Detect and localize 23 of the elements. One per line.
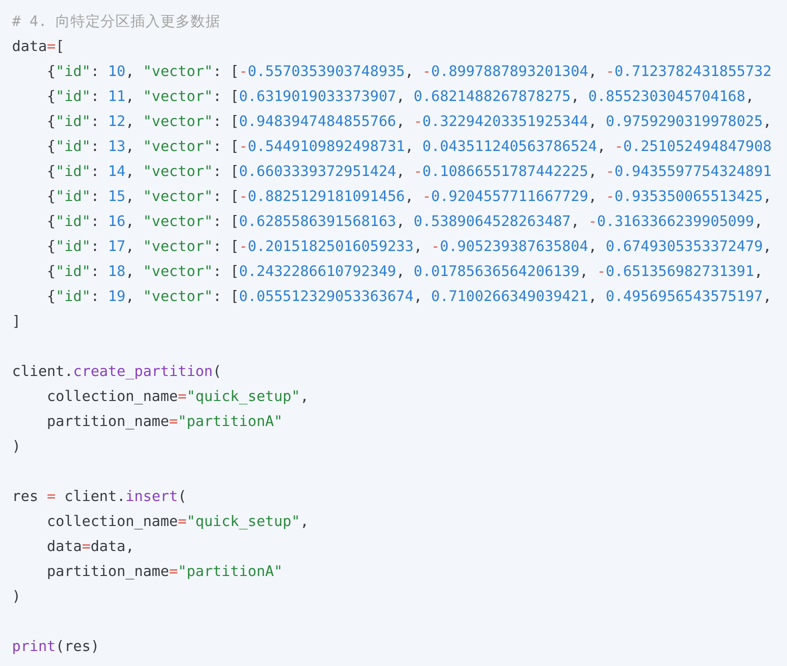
- code-line: {"id": 19, "vector": [0.055512329053363674, 0.7100266349039421, 0.4956956543575197,: [46, 288, 772, 307]
- code-line: {"id": 15, "vector": [-0.8825129181091456, -0.9204557711667729, -0.935350065513425,: [46, 188, 772, 207]
- code-line: {"id": 12, "vector": [0.9483947484855766, -0.32294203351925344, 0.9759290319978025,: [46, 113, 772, 132]
- code-line: client.create_partition(: [12, 363, 222, 382]
- code-line: data=data,: [46, 538, 134, 557]
- code-line: {"id": 14, "vector": [0.6603339372951424, -0.10866551787442225, -0.9435597754324891: [46, 163, 772, 182]
- code-line: data=[: [12, 38, 64, 57]
- code-line: res = client.insert(: [12, 488, 187, 507]
- code-line: {"id": 16, "vector": [0.6285586391568163, 0.5389064528263487, -0.3163366239905099,: [46, 213, 763, 232]
- code-line: {"id": 10, "vector": [-0.5570353903748935, -0.8997887893201304, -0.7123782431855732: [46, 63, 772, 82]
- code-line: # 4. 向特定分区插入更多数据: [12, 12, 221, 32]
- code-line: {"id": 18, "vector": [0.2432286610792349, 0.01785636564206139, -0.651356982731391,: [46, 263, 763, 282]
- code-line: ): [12, 438, 21, 457]
- code-line: {"id": 13, "vector": [-0.5449109892498731, 0.043511240563786524, -0.251052494847908: [46, 138, 772, 157]
- code-line: print(res): [12, 638, 100, 657]
- code-line: ): [12, 588, 21, 607]
- code-line: {"id": 11, "vector": [0.6319019033373907, 0.6821488267878275, 0.8552303045704168,: [46, 88, 754, 107]
- code-line: collection_name="quick_setup",: [46, 388, 309, 407]
- code-line: {"id": 17, "vector": [-0.20151825016059233, -0.905239387635804, 0.6749305353372479,: [46, 238, 772, 257]
- code-line: partition_name="partitionA": [46, 413, 283, 432]
- code-line: partition_name="partitionA": [46, 563, 283, 582]
- code-line: ]: [12, 313, 21, 332]
- code-line: collection_name="quick_setup",: [46, 513, 309, 532]
